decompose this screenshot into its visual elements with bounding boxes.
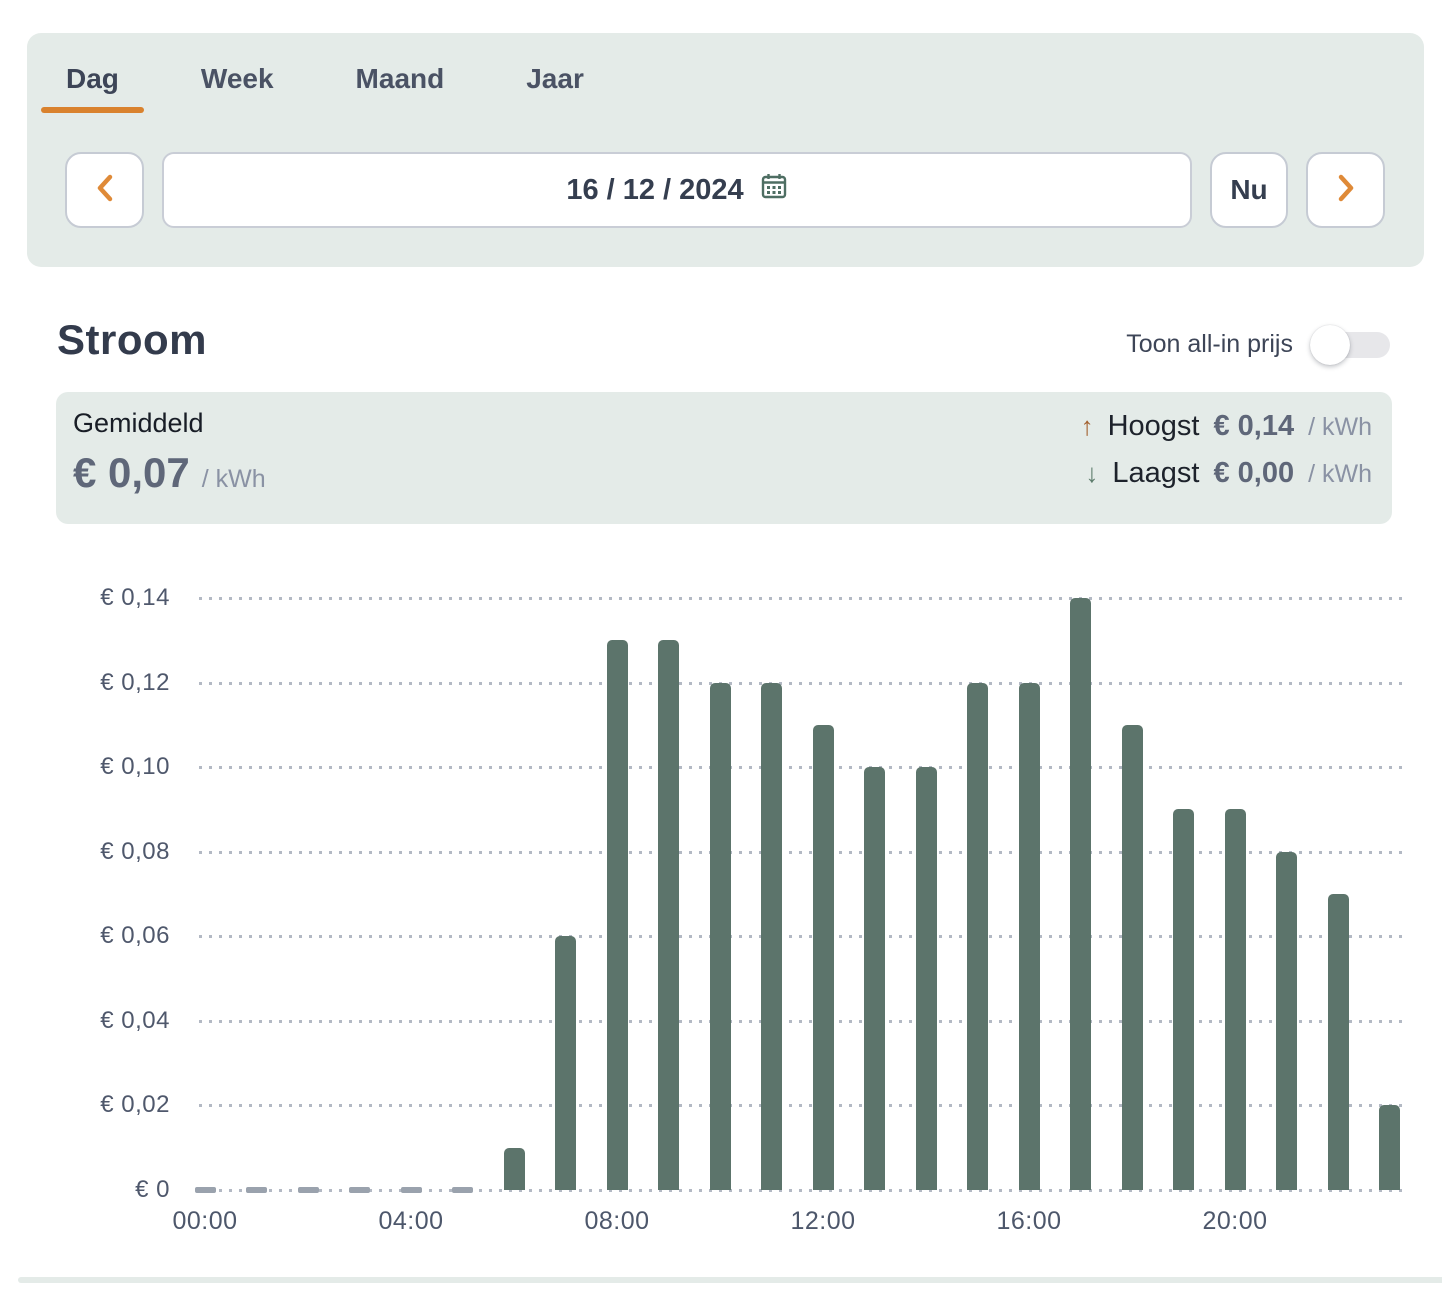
lowest-unit: / kWh bbox=[1308, 460, 1372, 489]
x-tick-label: 04:00 bbox=[346, 1207, 476, 1236]
highest-price-row: ↑ Hoogst € 0,14 / kWh bbox=[1081, 410, 1372, 443]
price-bar-08:00[interactable] bbox=[607, 640, 628, 1190]
page-title: Stroom bbox=[57, 316, 207, 364]
y-tick-label: € 0,12 bbox=[40, 669, 170, 697]
header-panel: Dag Week Maand Jaar 16 / 12 / 2024 bbox=[27, 33, 1424, 267]
all-in-price-row: Toon all-in prijs bbox=[1126, 330, 1390, 359]
toggle-knob bbox=[1310, 325, 1350, 365]
x-tick-label: 00:00 bbox=[140, 1207, 270, 1236]
y-tick-label: € 0 bbox=[40, 1176, 170, 1204]
price-bar-05:00[interactable] bbox=[452, 1187, 473, 1193]
tab-week[interactable]: Week bbox=[176, 57, 299, 113]
date-input[interactable]: 16 / 12 / 2024 bbox=[162, 152, 1192, 228]
price-bar-03:00[interactable] bbox=[349, 1187, 370, 1193]
x-tick-label: 12:00 bbox=[758, 1207, 888, 1236]
x-tick-label: 20:00 bbox=[1170, 1207, 1300, 1236]
date-nav-row: 16 / 12 / 2024 Nu bbox=[65, 152, 1385, 228]
highest-label: Hoogst bbox=[1108, 410, 1200, 443]
calendar-icon bbox=[760, 172, 788, 208]
y-tick-label: € 0,04 bbox=[40, 1007, 170, 1035]
toggle-label: Toon all-in prijs bbox=[1126, 330, 1293, 359]
highest-value: € 0,14 bbox=[1213, 410, 1294, 443]
tab-maand[interactable]: Maand bbox=[331, 57, 470, 113]
price-bar-06:00[interactable] bbox=[504, 1148, 525, 1190]
price-summary-panel: Gemiddeld € 0,07 / kWh ↑ Hoogst € 0,14 /… bbox=[56, 392, 1392, 524]
price-bar-22:00[interactable] bbox=[1328, 894, 1349, 1190]
next-day-button[interactable] bbox=[1306, 152, 1385, 228]
y-tick-label: € 0,10 bbox=[40, 753, 170, 781]
chevron-left-icon bbox=[93, 173, 117, 208]
price-bar-18:00[interactable] bbox=[1122, 725, 1143, 1190]
price-chart: € 0 € 0,02 € 0,04 € 0,06 € 0,08 € 0,10 € 0,12 €… bbox=[0, 570, 1442, 1270]
x-tick-label: 16:00 bbox=[964, 1207, 1094, 1236]
chevron-right-icon bbox=[1334, 173, 1358, 208]
now-button[interactable]: Nu bbox=[1210, 152, 1288, 228]
price-bar-14:00[interactable] bbox=[916, 767, 937, 1190]
price-bar-07:00[interactable] bbox=[555, 936, 576, 1190]
price-bar-09:00[interactable] bbox=[658, 640, 679, 1190]
period-tabs: Dag Week Maand Jaar bbox=[41, 57, 1424, 113]
lowest-value: € 0,00 bbox=[1213, 457, 1294, 490]
date-value: 16 / 12 / 2024 bbox=[566, 174, 743, 207]
price-bar-11:00[interactable] bbox=[761, 683, 782, 1190]
price-bar-01:00[interactable] bbox=[246, 1187, 267, 1193]
price-bar-10:00[interactable] bbox=[710, 683, 731, 1190]
average-value: € 0,07 bbox=[73, 449, 190, 497]
all-in-price-toggle[interactable] bbox=[1313, 332, 1390, 358]
gridline bbox=[199, 597, 1405, 600]
price-bar-13:00[interactable] bbox=[864, 767, 885, 1190]
highest-lowest-block: ↑ Hoogst € 0,14 / kWh ↓ Laagst € 0,00 / … bbox=[1081, 410, 1372, 490]
price-bar-23:00[interactable] bbox=[1379, 1105, 1400, 1190]
average-label: Gemiddeld bbox=[73, 408, 266, 439]
y-tick-label: € 0,08 bbox=[40, 838, 170, 866]
price-bar-17:00[interactable] bbox=[1070, 598, 1091, 1190]
highest-unit: / kWh bbox=[1308, 413, 1372, 442]
lowest-label: Laagst bbox=[1112, 457, 1199, 490]
price-bar-12:00[interactable] bbox=[813, 725, 834, 1190]
price-bar-04:00[interactable] bbox=[401, 1187, 422, 1193]
price-bar-16:00[interactable] bbox=[1019, 683, 1040, 1190]
price-bar-21:00[interactable] bbox=[1276, 852, 1297, 1190]
price-bar-02:00[interactable] bbox=[298, 1187, 319, 1193]
lowest-price-row: ↓ Laagst € 0,00 / kWh bbox=[1081, 457, 1372, 490]
gridline bbox=[199, 766, 1405, 769]
arrow-down-icon: ↓ bbox=[1085, 458, 1098, 489]
tab-jaar[interactable]: Jaar bbox=[501, 57, 609, 113]
y-tick-label: € 0,06 bbox=[40, 922, 170, 950]
average-unit: / kWh bbox=[202, 465, 266, 494]
price-bar-00:00[interactable] bbox=[195, 1187, 216, 1193]
y-tick-label: € 0,14 bbox=[40, 584, 170, 612]
price-bar-20:00[interactable] bbox=[1225, 809, 1246, 1190]
x-tick-label: 08:00 bbox=[552, 1207, 682, 1236]
gridline bbox=[199, 682, 1405, 685]
price-bar-15:00[interactable] bbox=[967, 683, 988, 1190]
section-divider bbox=[18, 1277, 1442, 1283]
average-price-block: Gemiddeld € 0,07 / kWh bbox=[73, 408, 266, 497]
tab-dag[interactable]: Dag bbox=[41, 57, 144, 113]
previous-day-button[interactable] bbox=[65, 152, 144, 228]
arrow-up-icon: ↑ bbox=[1081, 411, 1094, 442]
y-tick-label: € 0,02 bbox=[40, 1091, 170, 1119]
price-bar-19:00[interactable] bbox=[1173, 809, 1194, 1190]
